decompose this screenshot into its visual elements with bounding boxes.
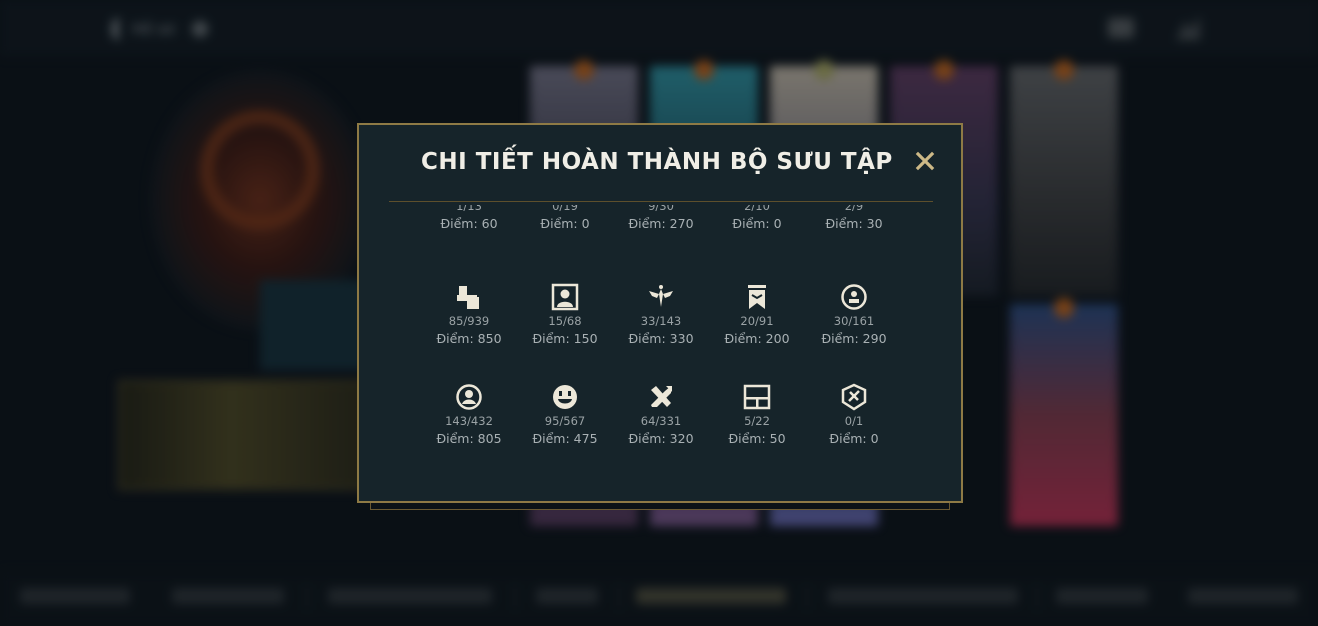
stat-points: Điểm: 60 (440, 216, 498, 231)
stat-points: Điểm: 50 (728, 431, 786, 446)
stat-count: 15/68 (548, 314, 582, 328)
collection-stat-cell: 95/567 Điểm: 475 (515, 382, 615, 447)
stat-count: 1/13 (456, 205, 482, 213)
title-divider (389, 201, 933, 202)
stat-count: 33/143 (640, 314, 682, 328)
stat-points: Điểm: 0 (732, 216, 782, 231)
emote-pose-icon (457, 286, 479, 309)
collection-stat-cell: 9/30 Điểm: 270 (611, 205, 711, 232)
collection-stat-cell: 0/19 Điểm: 0 (515, 205, 615, 232)
close-icon (915, 151, 935, 171)
stat-points: Điểm: 330 (628, 331, 694, 346)
collection-stat-cell: 2/10 Điểm: 0 (707, 205, 807, 232)
collection-stat-cell: 30/161 Điểm: 290 (804, 282, 904, 347)
stat-count: 85/939 (448, 314, 490, 328)
stat-count: 30/161 (833, 314, 875, 328)
stat-count: 9/30 (648, 205, 674, 213)
stat-count: 95/567 (544, 414, 586, 428)
stat-points: Điểm: 30 (825, 216, 883, 231)
layout-board-icon (743, 384, 771, 410)
collection-stat-cell: 0/1 Điểm: 0 (804, 382, 904, 447)
banner-icon (748, 285, 766, 309)
stat-count: 20/91 (740, 314, 774, 328)
collection-stat-cell: 15/68 Điểm: 150 (515, 282, 615, 347)
collection-stat-cell: 64/331 Điểm: 320 (611, 382, 711, 447)
portrait-frame-icon (551, 283, 579, 311)
collection-stat-cell: 33/143 Điểm: 330 (611, 282, 711, 347)
emote-face-icon (553, 385, 577, 409)
stat-count: 0/1 (844, 414, 864, 428)
collection-stat-cell: 85/939 Điểm: 850 (419, 282, 519, 347)
close-button[interactable] (911, 147, 939, 175)
collection-stat-cell: 143/432 Điểm: 805 (419, 382, 519, 447)
collection-stat-cell: 1/13 Điểm: 60 (419, 205, 519, 232)
stat-points: Điểm: 0 (829, 431, 879, 446)
stat-points: Điểm: 270 (628, 216, 694, 231)
stat-count: 2/9 (844, 205, 864, 213)
stat-count: 64/331 (640, 414, 682, 428)
stat-points: Điểm: 805 (436, 431, 502, 446)
collection-stat-cell: 5/22 Điểm: 50 (707, 382, 807, 447)
stat-points: Điểm: 150 (532, 331, 598, 346)
stat-points: Điểm: 320 (628, 431, 694, 446)
stat-points: Điểm: 200 (724, 331, 790, 346)
stat-points: Điểm: 475 (532, 431, 598, 446)
stat-points: Điểm: 850 (436, 331, 502, 346)
stat-points: Điểm: 0 (540, 216, 590, 231)
dialog-title: CHI TIẾT HOÀN THÀNH BỘ SƯU TẬP (421, 149, 893, 175)
stat-count: 0/19 (552, 205, 578, 213)
stat-count: 2/10 (744, 205, 770, 213)
crest-badge-icon (841, 383, 867, 411)
collection-completion-dialog: CHI TIẾT HOÀN THÀNH BỘ SƯU TẬP 1/13 Điểm… (357, 123, 963, 503)
stat-points: Điểm: 290 (821, 331, 887, 346)
collection-grid: 1/13 Điểm: 60 0/19 Điểm: 0 9/30 Điểm: 27… (359, 205, 965, 495)
collection-stat-cell: 2/9 Điểm: 30 (804, 205, 904, 232)
stat-count: 143/432 (445, 414, 493, 428)
profile-icon (456, 384, 482, 410)
crossed-tools-icon (651, 386, 672, 407)
ward-wings-icon (649, 285, 673, 307)
medal-icon (841, 284, 867, 310)
stat-count: 5/22 (744, 414, 770, 428)
collection-stat-cell: 20/91 Điểm: 200 (707, 282, 807, 347)
